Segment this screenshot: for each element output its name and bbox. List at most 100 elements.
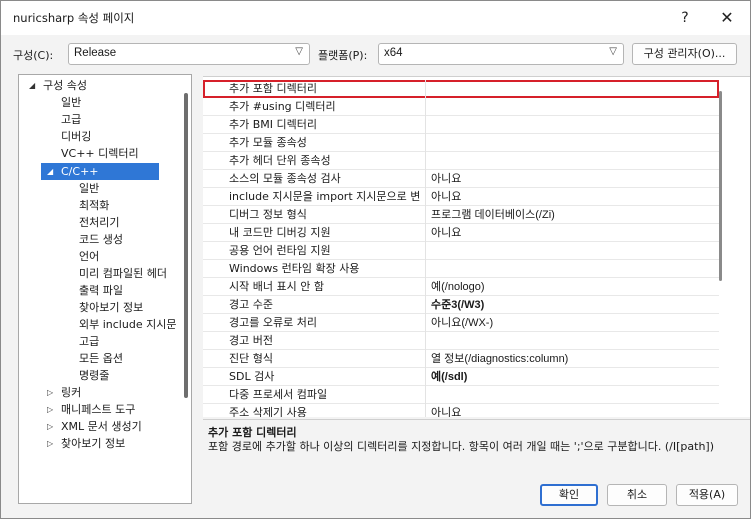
tree-item-label: 외부 include 지시문 <box>79 318 177 331</box>
property-name: 추가 모듈 종속성 <box>226 134 426 152</box>
property-value[interactable]: 아니요 <box>427 404 461 417</box>
tree-item-cpp-general[interactable]: 일반 <box>19 180 191 197</box>
tree-item-label: 링커 <box>61 386 82 399</box>
property-row[interactable]: 다중 프로세서 컴파일 <box>203 386 719 404</box>
expand-icon[interactable]: ▷ <box>47 418 53 435</box>
tree-item-label: 구성 속성 <box>43 79 87 92</box>
tree-item-browse-information[interactable]: ▷ 찾아보기 정보 <box>19 435 191 452</box>
tree-item-language[interactable]: 언어 <box>19 248 191 265</box>
tree-item-browse-info[interactable]: 찾아보기 정보 <box>19 299 191 316</box>
property-value[interactable]: 아니요 <box>427 224 461 242</box>
apply-button[interactable]: 적용(A) <box>676 484 738 506</box>
tree-scrollbar[interactable] <box>184 93 188 398</box>
close-button[interactable]: ✕ <box>707 1 747 35</box>
property-name: 추가 포함 디렉터리 <box>226 80 426 98</box>
tree-item-label: 매니페스트 도구 <box>61 403 136 416</box>
property-row[interactable]: 시작 배너 표시 안 함 예(/nologo) <box>203 278 719 296</box>
tree-item-optimization[interactable]: 최적화 <box>19 197 191 214</box>
cancel-button[interactable]: 취소 <box>607 484 667 506</box>
property-row[interactable]: 진단 형식 열 정보(/diagnostics:column) <box>203 350 719 368</box>
property-row[interactable]: 경고를 오류로 처리 아니요(/WX-) <box>203 314 719 332</box>
property-row[interactable]: 디버그 정보 형식 프로그램 데이터베이스(/Zi) <box>203 206 719 224</box>
tree-item-command-line[interactable]: 명령줄 <box>19 367 191 384</box>
expand-icon[interactable]: ▷ <box>47 435 53 452</box>
property-name: Windows 런타임 확장 사용 <box>226 260 426 278</box>
tree-item-label: 전처리기 <box>79 216 120 229</box>
property-row[interactable]: 소스의 모듈 종속성 검사 아니요 <box>203 170 719 188</box>
property-row[interactable]: include 지시문을 import 지시문으로 변 아니요 <box>203 188 719 206</box>
property-tree[interactable]: ◢ 구성 속성 일반 고급 디버깅 VC++ 디렉터리 ◢ C/C++ 일반 최… <box>18 74 192 504</box>
property-value[interactable]: 예(/nologo) <box>427 278 485 296</box>
tree-item-label: 일반 <box>61 96 82 109</box>
expand-icon[interactable]: ◢ <box>47 163 53 180</box>
expand-icon[interactable]: ▷ <box>47 401 53 418</box>
expand-icon[interactable]: ◢ <box>29 77 35 94</box>
property-row[interactable]: 추가 BMI 디렉터리 <box>203 116 719 134</box>
property-name: 주소 삭제기 사용 <box>226 404 426 417</box>
tree-item-external-includes[interactable]: 외부 include 지시문 <box>19 316 191 333</box>
tree-item-config-properties[interactable]: ◢ 구성 속성 <box>19 77 191 94</box>
expand-icon[interactable]: ▷ <box>47 384 53 401</box>
property-value[interactable]: 아니요 <box>427 170 461 188</box>
property-name: 경고를 오류로 처리 <box>226 314 426 332</box>
window-title: nuricsharp 속성 페이지 <box>13 11 135 25</box>
tree-item-precompiled-headers[interactable]: 미리 컴파일된 헤더 <box>19 265 191 282</box>
tree-item-general[interactable]: 일반 <box>19 94 191 111</box>
tree-item-xml-doc-generator[interactable]: ▷ XML 문서 생성기 <box>19 418 191 435</box>
property-row[interactable]: 경고 수준 수준3(/W3) <box>203 296 719 314</box>
property-row[interactable]: 공용 언어 런타임 지원 <box>203 242 719 260</box>
tree-item-advanced[interactable]: 고급 <box>19 111 191 128</box>
chevron-down-icon: ▽ <box>295 46 303 57</box>
property-name: include 지시문을 import 지시문으로 변 <box>226 188 426 206</box>
property-name: 시작 배너 표시 안 함 <box>226 278 426 296</box>
chevron-down-icon: ▽ <box>609 46 617 57</box>
description-panel: 추가 포함 디렉터리 포함 경로에 추가할 하나 이상의 디렉터리를 지정합니다… <box>203 419 750 474</box>
property-value[interactable]: 수준3(/W3) <box>427 296 484 314</box>
configuration-dropdown[interactable]: Release ▽ <box>68 43 310 65</box>
tree-item-label: 찾아보기 정보 <box>79 301 144 314</box>
tree-item-label: 찾아보기 정보 <box>61 437 126 450</box>
property-name: 소스의 모듈 종속성 검사 <box>226 170 426 188</box>
tree-item-output-files[interactable]: 출력 파일 <box>19 282 191 299</box>
property-row[interactable]: 내 코드만 디버깅 지원 아니요 <box>203 224 719 242</box>
tree-item-debugging[interactable]: 디버깅 <box>19 128 191 145</box>
property-grid[interactable]: 추가 포함 디렉터리 추가 #using 디렉터리 추가 BMI 디렉터리 추가… <box>203 76 750 417</box>
property-row-additional-include-dirs[interactable]: 추가 포함 디렉터리 <box>203 80 719 98</box>
property-row[interactable]: 추가 모듈 종속성 <box>203 134 719 152</box>
property-name: 다중 프로세서 컴파일 <box>226 386 426 404</box>
property-row[interactable]: 주소 삭제기 사용 아니요 <box>203 404 719 417</box>
ok-button[interactable]: 확인 <box>540 484 598 506</box>
title-bar: nuricsharp 속성 페이지 ? ✕ <box>1 1 750 35</box>
configuration-manager-button[interactable]: 구성 관리자(O)... <box>632 43 737 65</box>
tree-item-all-options[interactable]: 모든 옵션 <box>19 350 191 367</box>
property-name: 경고 수준 <box>226 296 426 314</box>
property-name: 추가 BMI 디렉터리 <box>226 116 426 134</box>
property-value[interactable]: 예(/sdl) <box>427 368 467 386</box>
property-name: 경고 버전 <box>226 332 426 350</box>
property-value[interactable]: 열 정보(/diagnostics:column) <box>427 350 568 368</box>
property-value[interactable]: 아니요(/WX-) <box>427 314 493 332</box>
platform-dropdown[interactable]: x64 ▽ <box>378 43 624 65</box>
tree-item-c-cpp[interactable]: ◢ C/C++ <box>41 163 159 180</box>
property-name: 내 코드만 디버깅 지원 <box>226 224 426 242</box>
property-value[interactable]: 아니요 <box>427 188 461 206</box>
tree-item-label: 고급 <box>61 113 82 126</box>
property-row[interactable]: SDL 검사 예(/sdl) <box>203 368 719 386</box>
tree-item-manifest-tool[interactable]: ▷ 매니페스트 도구 <box>19 401 191 418</box>
tree-item-code-generation[interactable]: 코드 생성 <box>19 231 191 248</box>
property-row[interactable]: Windows 런타임 확장 사용 <box>203 260 719 278</box>
tree-item-linker[interactable]: ▷ 링커 <box>19 384 191 401</box>
help-button[interactable]: ? <box>665 1 705 35</box>
grid-scrollbar[interactable] <box>719 91 722 281</box>
tree-item-label: 일반 <box>79 182 100 195</box>
property-row[interactable]: 경고 버전 <box>203 332 719 350</box>
property-row[interactable]: 추가 #using 디렉터리 <box>203 98 719 116</box>
tree-item-preprocessor[interactable]: 전처리기 <box>19 214 191 231</box>
property-row[interactable]: 추가 헤더 단위 종속성 <box>203 152 719 170</box>
property-value[interactable]: 프로그램 데이터베이스(/Zi) <box>427 206 555 224</box>
tree-item-cpp-advanced[interactable]: 고급 <box>19 333 191 350</box>
tree-item-vc-directories[interactable]: VC++ 디렉터리 <box>19 145 191 162</box>
tree-item-label: 출력 파일 <box>79 284 123 297</box>
description-text: 포함 경로에 추가할 하나 이상의 디렉터리를 지정합니다. 항목이 여러 개일… <box>208 440 715 453</box>
tree-item-label: 명령줄 <box>79 369 110 382</box>
